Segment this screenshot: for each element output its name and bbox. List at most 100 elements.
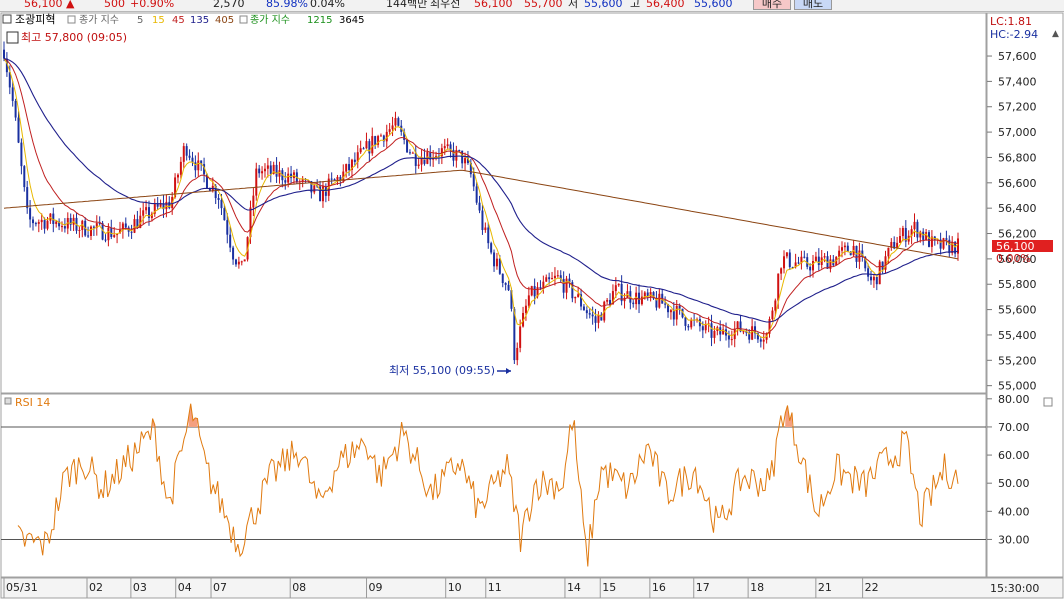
candle-body bbox=[269, 165, 272, 174]
candle-body bbox=[913, 221, 916, 230]
candle-body bbox=[23, 166, 26, 188]
candle-body bbox=[290, 173, 293, 179]
candle-body bbox=[417, 164, 420, 166]
candle-body bbox=[658, 293, 661, 308]
candle-body bbox=[411, 152, 414, 154]
candle-body bbox=[388, 129, 391, 132]
candle-body bbox=[812, 260, 815, 271]
candle-body bbox=[899, 236, 902, 243]
x-tick-label: 07 bbox=[213, 581, 227, 594]
candle-body bbox=[330, 178, 333, 180]
candle-body bbox=[678, 305, 681, 309]
candle-body bbox=[336, 176, 339, 180]
candle-body bbox=[223, 208, 226, 221]
high-value: 56,400 bbox=[646, 0, 685, 10]
ma-label-1: 종가 지수 bbox=[79, 14, 119, 26]
candle-body bbox=[669, 310, 672, 313]
candle-body bbox=[443, 146, 446, 149]
candle-body bbox=[519, 326, 522, 348]
candle-body bbox=[533, 286, 536, 297]
time-label: 15:30:00 bbox=[990, 582, 1039, 595]
candle-body bbox=[261, 171, 264, 174]
candle-body bbox=[252, 195, 255, 208]
candle-body bbox=[374, 136, 377, 145]
x-tick-label: 02 bbox=[89, 581, 103, 594]
candle-body bbox=[545, 277, 548, 282]
candle-body bbox=[574, 296, 577, 299]
candle-body bbox=[226, 220, 229, 235]
price-tick-label: 55,200 bbox=[998, 354, 1037, 367]
candle-body bbox=[379, 135, 382, 137]
low-label: 저 bbox=[568, 0, 579, 10]
x-tick-label: 15 bbox=[602, 581, 616, 594]
candle-body bbox=[504, 283, 507, 285]
candle-body bbox=[197, 160, 200, 171]
candle-body bbox=[582, 306, 585, 311]
buy-button[interactable]: 매수 bbox=[753, 0, 791, 10]
candle-body bbox=[742, 331, 745, 333]
candle-body bbox=[43, 219, 46, 229]
price-tick-label: 56,800 bbox=[998, 151, 1037, 164]
current-change-label: 0.00% bbox=[996, 252, 1031, 265]
price-change: 500 bbox=[104, 0, 125, 10]
trade-amount: 144백만 bbox=[386, 0, 428, 10]
candle-body bbox=[632, 302, 635, 305]
candle-body bbox=[17, 117, 20, 143]
candle-body bbox=[588, 313, 591, 315]
current-price: 56,100 bbox=[24, 0, 63, 10]
low-value: 55,600 bbox=[584, 0, 623, 10]
ma135-label: 135 bbox=[190, 15, 209, 26]
candle-body bbox=[472, 174, 475, 187]
x-tick-label: 18 bbox=[750, 581, 764, 594]
price-tick-label: 56,200 bbox=[998, 228, 1037, 241]
candle-body bbox=[788, 252, 791, 268]
candle-body bbox=[562, 279, 565, 293]
rsi-panel[interactable] bbox=[0, 393, 987, 578]
x-tick-label: 05/31 bbox=[6, 581, 38, 594]
candle-body bbox=[46, 220, 49, 229]
sell-button[interactable]: 매도 bbox=[794, 0, 832, 10]
candle-body bbox=[481, 210, 484, 231]
x-tick-label: 14 bbox=[567, 581, 581, 594]
x-tick-label: 16 bbox=[652, 581, 666, 594]
candle-body bbox=[232, 247, 235, 260]
candle-body bbox=[841, 247, 844, 251]
candle-body bbox=[916, 221, 919, 238]
price-change-pct: +0.90% bbox=[130, 0, 175, 10]
candle-body bbox=[275, 164, 278, 177]
candle-body bbox=[736, 321, 739, 329]
candle-body bbox=[333, 179, 336, 181]
candle-body bbox=[803, 256, 806, 258]
candle-body bbox=[872, 276, 875, 281]
candle-body bbox=[495, 258, 498, 267]
candle-body bbox=[594, 316, 597, 323]
up-arrow-icon: ▲ bbox=[66, 0, 75, 10]
candle-body bbox=[817, 256, 820, 266]
candle-body bbox=[14, 100, 17, 118]
candle-body bbox=[464, 158, 467, 164]
candle-body bbox=[609, 299, 612, 305]
candle-body bbox=[87, 235, 90, 237]
stock-chart[interactable]: 57,600 57,400 57,200 57,000 56,800 56,600 56,4… bbox=[0, 12, 1064, 599]
rsi-settings-icon[interactable] bbox=[4, 397, 12, 405]
candle-body bbox=[487, 227, 490, 244]
candle-body bbox=[928, 232, 931, 247]
candle-body bbox=[394, 118, 397, 126]
candle-body bbox=[34, 223, 37, 225]
rsi-tick-label: 60.00 bbox=[998, 449, 1030, 462]
candle-body bbox=[687, 325, 690, 328]
candle-body bbox=[945, 238, 948, 240]
x-tick-label: 22 bbox=[865, 581, 879, 594]
scroll-up-icon[interactable]: ▲ bbox=[1052, 29, 1059, 39]
high-marker-box bbox=[6, 31, 19, 44]
candle-body bbox=[37, 222, 40, 224]
best-quote-1: 56,100 bbox=[474, 0, 513, 10]
candle-body bbox=[475, 186, 478, 203]
candle-body bbox=[182, 146, 185, 162]
x-tick-label: 21 bbox=[818, 581, 832, 594]
candle-body bbox=[258, 168, 261, 174]
price-tick-label: 55,600 bbox=[998, 304, 1037, 317]
rsi-label: RSI 14 bbox=[15, 396, 50, 409]
candle-body bbox=[110, 227, 113, 237]
candle-body bbox=[406, 139, 409, 153]
